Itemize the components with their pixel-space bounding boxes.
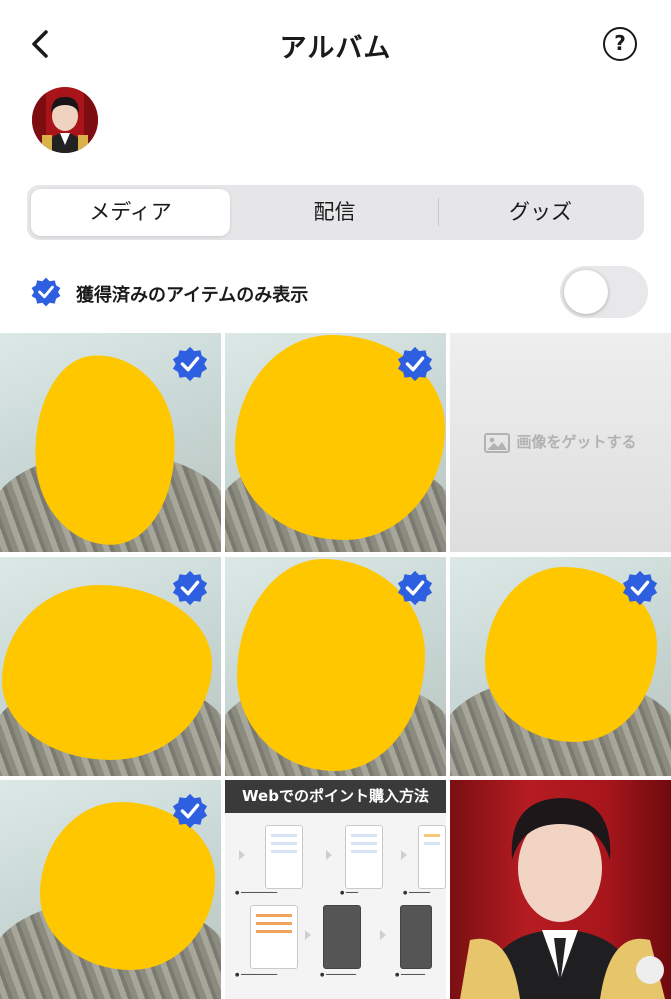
media-item[interactable] <box>0 557 221 776</box>
get-image-placeholder: 画像をゲットする <box>450 431 671 453</box>
points-purchase-guide-item[interactable]: Webでのポイント購入方法 ● ━━━━━━━━━━━━ ● ━━━━ ● ━━… <box>225 780 446 999</box>
media-item[interactable] <box>0 780 221 999</box>
page-title: アルバム <box>279 33 392 64</box>
guide-title: Webでのポイント購入方法 <box>225 780 446 813</box>
checkmark-badge-icon <box>397 346 433 382</box>
checkmark-badge-icon <box>31 277 61 307</box>
avatar[interactable] <box>32 87 98 153</box>
checkmark-badge-icon <box>172 570 208 606</box>
tab-divider <box>438 198 439 226</box>
help-icon[interactable]: ? <box>603 27 637 61</box>
tab-media[interactable]: メディア <box>31 189 230 236</box>
media-item[interactable] <box>225 557 446 776</box>
media-item[interactable] <box>450 557 671 776</box>
checkmark-badge-icon <box>397 570 433 606</box>
header: アルバム ? <box>0 0 671 92</box>
toggle-knob <box>564 270 608 314</box>
placeholder-text: 画像をゲットする <box>516 433 637 451</box>
checkmark-badge-icon <box>172 346 208 382</box>
owned-only-toggle[interactable] <box>560 266 648 318</box>
media-item[interactable] <box>0 333 221 552</box>
filter-label: 獲得済みのアイテムのみ表示 <box>76 285 309 306</box>
locked-media-item[interactable]: 画像をゲットする <box>450 333 671 552</box>
checkmark-badge-icon <box>622 570 658 606</box>
tab-streaming[interactable]: 配信 <box>235 189 434 236</box>
tab-goods[interactable]: グッズ <box>441 189 640 236</box>
media-item[interactable] <box>225 333 446 552</box>
media-item[interactable] <box>450 780 671 999</box>
image-icon <box>484 432 511 453</box>
checkmark-badge-icon <box>172 793 208 829</box>
